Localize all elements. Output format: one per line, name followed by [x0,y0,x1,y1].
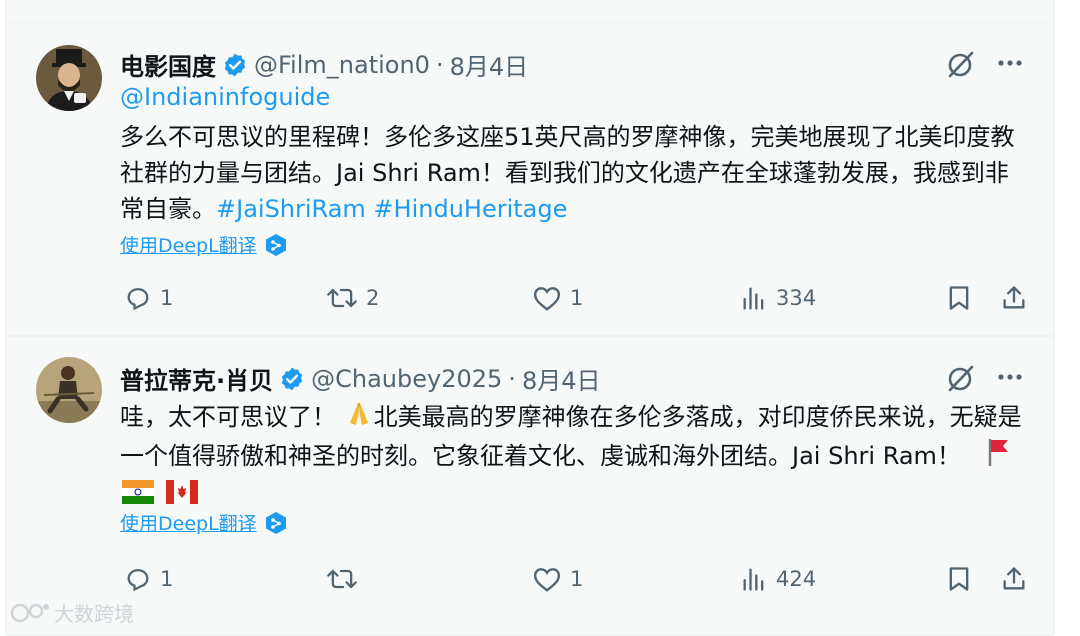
retweet-icon [327,288,357,308]
share-button[interactable] [1000,565,1028,593]
retweet-button[interactable]: 2 [326,284,379,312]
bookmark-icon [949,567,969,591]
tweet-header: 普拉蒂克·肖贝 @Chaubey2025 · 8月4日 [120,361,600,396]
watermark: 大数跨境 [10,598,134,627]
reply-button[interactable]: 1 [124,284,173,312]
pray-emoji-icon [346,399,372,437]
action-bar: 1 1 424 [120,559,1030,599]
action-bar: 1 2 1 334 [120,278,1030,318]
avatar[interactable] [36,357,102,423]
separator-dot: · [435,50,444,79]
reply-icon [127,569,149,592]
reply-count: 1 [160,286,174,310]
share-icon [1003,567,1025,590]
views-button[interactable]: 424 [740,565,816,593]
grok-icon[interactable] [946,363,976,397]
deepl-icon [265,233,287,257]
tweet-date[interactable]: 8月4日 [522,361,601,396]
like-count: 1 [570,286,584,310]
views-icon [743,568,764,591]
bookmark-icon [949,286,969,310]
tweet-1[interactable]: 电影国度 @Film_nation0 · 8月4日 @Indianinfogui… [6,22,1054,336]
tweet-text-part1: 哇，太不可思议了！ [120,403,336,431]
translate-link[interactable]: 使用DeepL翻译 [120,509,287,536]
tweet-date[interactable]: 8月4日 [450,47,529,82]
retweet-icon [327,569,357,589]
verified-badge-icon [222,52,248,78]
mention-link[interactable]: @Indianinfoguide [120,83,330,111]
avatar[interactable] [36,45,102,111]
like-icon [533,568,561,592]
tweet-header: 电影国度 @Film_nation0 · 8月4日 [120,47,528,82]
separator-dot: · [508,364,516,393]
translate-label[interactable]: 使用DeepL翻译 [120,231,257,258]
share-button[interactable] [1000,284,1028,312]
views-icon [743,287,764,310]
user-name[interactable]: 普拉蒂克·肖贝 [120,361,273,396]
watermark-logo-icon [10,603,49,622]
tweet-2[interactable]: 普拉蒂克·肖贝 @Chaubey2025 · 8月4日 哇，太不可思议了！ 北美… [6,336,1054,636]
translate-link[interactable]: 使用DeepL翻译 [120,231,287,258]
verified-badge-icon [279,366,305,392]
grok-icon[interactable] [946,49,976,83]
translate-label[interactable]: 使用DeepL翻译 [120,509,257,536]
user-name[interactable]: 电影国度 [120,47,216,82]
tweet-text: 多么不可思议的里程碑！多伦多这座51英尺高的罗摩神像，完美地展现了北美印度教社群… [120,119,1030,227]
watermark-text: 大数跨境 [54,602,134,626]
views-count: 424 [776,567,817,591]
like-icon [533,287,561,311]
like-count: 1 [570,567,584,591]
retweet-count: 2 [366,286,380,310]
reply-button[interactable]: 1 [124,565,173,593]
like-button[interactable]: 1 [532,565,583,593]
timeline-feed: 电影国度 @Film_nation0 · 8月4日 @Indianinfogui… [5,0,1055,636]
reply-icon [127,288,149,311]
tweet-text: 哇，太不可思议了！ 北美最高的罗摩神像在多伦多落成，对印度侨民来说，无疑是一个值… [120,399,1030,514]
share-icon [1003,286,1025,309]
flag-red-icon [987,437,1011,477]
like-button[interactable]: 1 [532,284,583,312]
more-icon[interactable] [996,51,1024,79]
deepl-icon [265,511,287,535]
user-handle[interactable]: @Film_nation0 [254,51,430,79]
reply-count: 1 [160,567,174,591]
views-button[interactable]: 334 [740,284,816,312]
hashtag-jaishriram[interactable]: #JaiShriRam [216,195,366,223]
bookmark-button[interactable] [946,565,972,593]
retweet-button[interactable] [326,565,366,593]
user-handle[interactable]: @Chaubey2025 [311,365,502,393]
hashtag-hinduheritage[interactable]: #HinduHeritage [373,195,567,223]
bookmark-button[interactable] [946,284,972,312]
more-icon[interactable] [996,365,1024,393]
views-count: 334 [776,286,817,310]
